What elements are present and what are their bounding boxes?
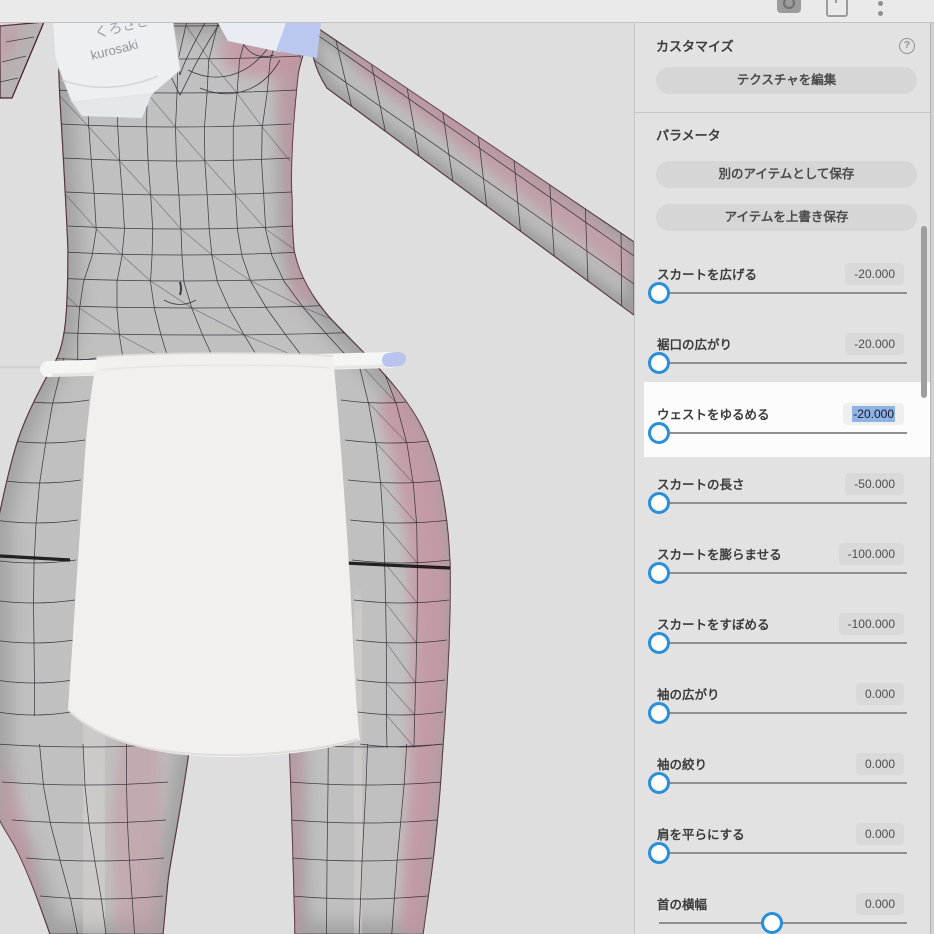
slider-track[interactable]: [659, 922, 907, 924]
parameter-label: スカートの長さ: [657, 478, 745, 492]
slider-track[interactable]: [659, 642, 907, 644]
parameter-row: 袖の広がり 0.000: [635, 672, 934, 742]
slider-thumb[interactable]: [648, 772, 670, 794]
divider: [635, 112, 934, 113]
parameter-row: スカートを膨らませる -100.000: [635, 532, 934, 602]
share-icon[interactable]: [826, 0, 848, 17]
slider-track[interactable]: [659, 782, 907, 784]
slider-thumb[interactable]: [648, 352, 670, 374]
slider-track[interactable]: [659, 362, 907, 364]
more-menu-icon[interactable]: [878, 0, 883, 22]
parameter-value-field[interactable]: -20.000: [845, 333, 904, 355]
camera-icon[interactable]: [777, 0, 801, 13]
app-window: くろさき kurosaki カスタマイズ ? テクスチャを編集 パラメータ 別の…: [0, 0, 934, 934]
parameter-label: 裾口の広がり: [657, 338, 733, 352]
parameter-label: 首の横幅: [657, 898, 708, 912]
help-icon[interactable]: ?: [899, 38, 915, 54]
overwrite-save-button[interactable]: アイテムを上書き保存: [656, 204, 917, 231]
slider-track[interactable]: [659, 432, 907, 434]
parameter-label: スカートを膨らませる: [657, 548, 782, 562]
toolbar: [0, 0, 934, 23]
parameter-value-field[interactable]: -100.000: [838, 543, 904, 565]
parameter-value-field[interactable]: -100.000: [838, 613, 904, 635]
parameter-row: 首の横幅 0.000: [635, 882, 934, 934]
save-as-new-item-button[interactable]: 別のアイテムとして保存: [656, 161, 917, 188]
parameter-value-field[interactable]: -20.000: [843, 403, 904, 425]
parameter-label: ウェストをゆるめる: [657, 408, 770, 422]
parameter-value-field[interactable]: -20.000: [845, 263, 904, 285]
parameter-row: スカートの長さ -50.000: [635, 462, 934, 532]
slider-thumb[interactable]: [648, 842, 670, 864]
parameter-sliders: スカートを広げる -20.000 裾口の広がり -20.000 ウェストをゆるめ…: [635, 252, 934, 934]
panel-scrollbar[interactable]: [921, 226, 927, 398]
slider-track[interactable]: [659, 572, 907, 574]
parameter-label: スカートをすぼめる: [657, 618, 770, 632]
parameter-row: ウェストをゆるめる -20.000: [635, 382, 934, 462]
parameter-label: 袖の広がり: [657, 688, 720, 702]
slider-thumb[interactable]: [648, 562, 670, 584]
parameter-row: 袖の絞り 0.000: [635, 742, 934, 812]
parameter-row: 肩を平らにする 0.000: [635, 812, 934, 882]
parameter-row: スカートを広げる -20.000: [635, 252, 934, 322]
slider-thumb[interactable]: [761, 912, 783, 934]
parameter-value-field[interactable]: 0.000: [855, 823, 904, 845]
slider-thumb[interactable]: [648, 632, 670, 654]
parameters-section-title: パラメータ: [656, 128, 721, 143]
parameter-value-field[interactable]: 0.000: [855, 893, 904, 915]
panel-title: カスタマイズ: [656, 39, 734, 54]
customize-panel: カスタマイズ ? テクスチャを編集 パラメータ 別のアイテムとして保存 アイテム…: [634, 22, 934, 934]
slider-track[interactable]: [659, 712, 907, 714]
slider-thumb[interactable]: [648, 702, 670, 724]
parameter-row: スカートをすぼめる -100.000: [635, 602, 934, 672]
slider-thumb[interactable]: [648, 422, 670, 444]
edit-texture-button[interactable]: テクスチャを編集: [656, 67, 917, 94]
panel-edge: [930, 22, 934, 934]
viewport-3d-model[interactable]: くろさき kurosaki: [0, 0, 634, 934]
slider-track[interactable]: [659, 502, 907, 504]
parameter-label: 肩を平らにする: [657, 828, 745, 842]
slider-track[interactable]: [659, 292, 907, 294]
slider-thumb[interactable]: [648, 282, 670, 304]
parameter-label: スカートを広げる: [657, 268, 758, 282]
parameter-value-field[interactable]: 0.000: [855, 753, 904, 775]
slider-thumb[interactable]: [648, 492, 670, 514]
skirt-apron: [68, 352, 360, 758]
parameter-value-field[interactable]: -50.000: [845, 473, 904, 495]
parameter-value-field[interactable]: 0.000: [855, 683, 904, 705]
slider-track[interactable]: [659, 852, 907, 854]
